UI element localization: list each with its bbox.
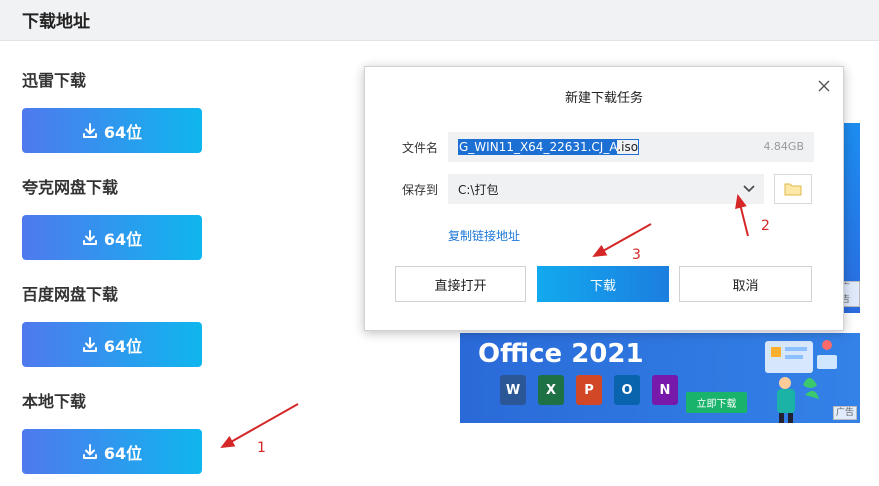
download-button[interactable]: 下载 — [537, 266, 669, 302]
section-title-baidu: 百度网盘下载 — [22, 285, 119, 304]
ad-tag: 广告 — [832, 406, 857, 420]
open-directly-button[interactable]: 直接打开 — [395, 266, 526, 302]
app-icon-letter: X — [545, 382, 557, 398]
button-label: 64位 — [103, 122, 143, 142]
local-64bit-download-button[interactable]: 64位 — [22, 429, 202, 474]
close-icon[interactable] — [817, 79, 831, 93]
section-title-xunlei: 迅雷下载 — [22, 71, 87, 90]
banner-download-now-button[interactable]: 立即下载 — [686, 392, 747, 413]
app-icon-letter: P — [584, 382, 594, 398]
new-download-task-dialog: 新建下载任务 文件名 G_WIN11_X64_22631.CJ_A.iso 4.… — [364, 66, 844, 331]
file-size: 4.84GB — [763, 140, 804, 153]
button-label: 64位 — [103, 336, 143, 356]
app-icon-letter: N — [659, 382, 671, 398]
outlook-icon: O — [614, 375, 640, 405]
download-icon — [82, 229, 97, 245]
annotation-label-3: 3 — [632, 247, 641, 263]
app-icon-letter: W — [505, 382, 521, 398]
section-title-local: 本地下载 — [22, 392, 87, 411]
download-icon — [82, 443, 97, 459]
app-icon-letter: O — [621, 382, 633, 398]
filename-value: G_WIN11_X64_22631.CJ_A.iso — [458, 139, 640, 155]
page-title: 下载地址 — [22, 12, 90, 32]
word-icon: W — [500, 375, 526, 405]
cancel-button[interactable]: 取消 — [679, 266, 812, 302]
browse-folder-button[interactable] — [774, 174, 812, 204]
download-icon — [82, 336, 97, 352]
button-label: 64位 — [103, 229, 143, 249]
xunlei-64bit-download-button[interactable]: 64位 — [22, 108, 202, 153]
save-path-value: C:\打包 — [458, 183, 499, 197]
annotation-label-2: 2 — [761, 218, 770, 234]
section-title-quark: 夸克网盘下载 — [22, 178, 119, 197]
office-app-icons: W X P O N — [500, 375, 678, 405]
office-ad-banner[interactable]: Office 2021 W X P O N 立即下载 广告 — [460, 333, 860, 423]
dialog-title: 新建下载任务 — [564, 91, 643, 106]
filename-label: 文件名 — [402, 141, 439, 155]
filename-input[interactable]: G_WIN11_X64_22631.CJ_A.iso 4.84GB — [448, 132, 814, 162]
folder-icon — [784, 183, 802, 196]
powerpoint-icon: P — [576, 375, 602, 405]
quark-64bit-download-button[interactable]: 64位 — [22, 215, 202, 260]
filename-selected-text: G_WIN11_X64_22631.CJ_A — [459, 140, 618, 154]
copy-link-address-link[interactable]: 复制链接地址 — [448, 227, 520, 244]
onenote-icon: N — [652, 375, 678, 405]
chevron-down-icon[interactable] — [742, 183, 756, 195]
annotation-label-1: 1 — [257, 440, 266, 456]
excel-icon: X — [538, 375, 564, 405]
button-label: 64位 — [103, 443, 143, 463]
filename-extension: .iso — [617, 140, 639, 154]
save-to-label: 保存到 — [402, 183, 439, 197]
baidu-64bit-download-button[interactable]: 64位 — [22, 322, 202, 367]
save-path-select[interactable]: C:\打包 — [448, 174, 764, 204]
download-icon — [82, 122, 97, 138]
page-header: 下载地址 — [0, 0, 879, 41]
banner-title: Office 2021 — [478, 339, 644, 369]
